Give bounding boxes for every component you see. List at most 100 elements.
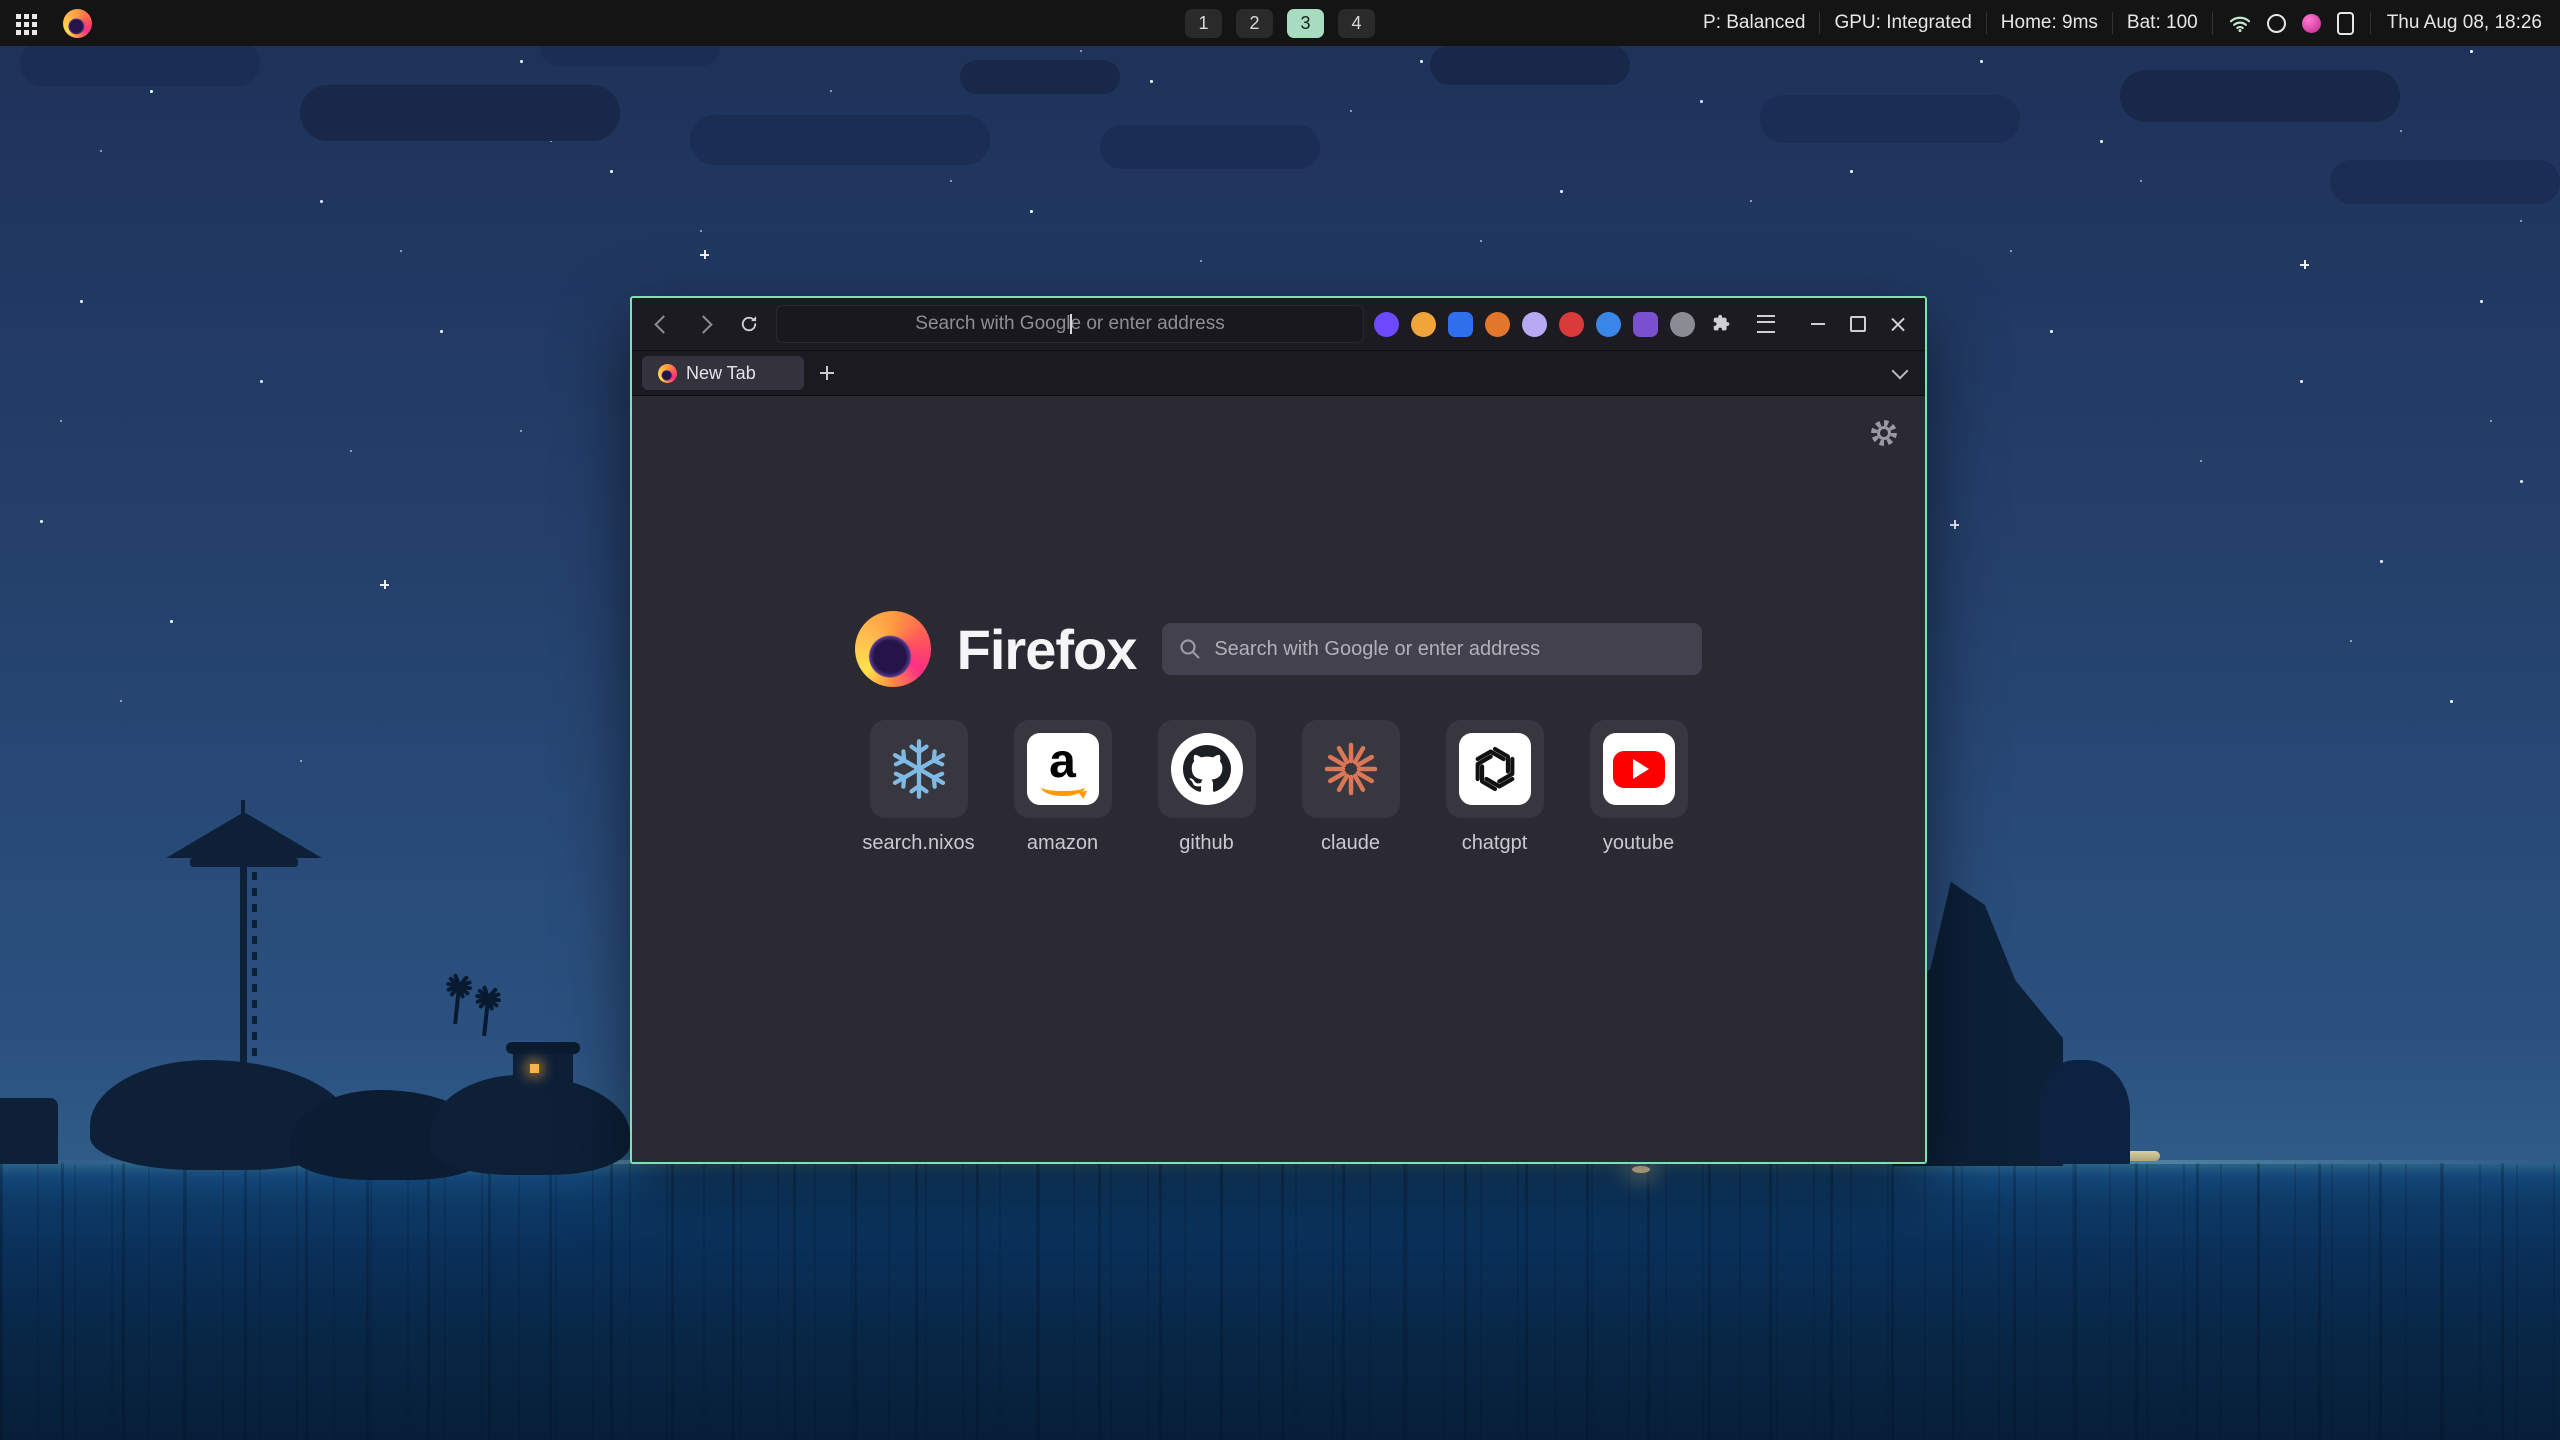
maximize-icon [1850,316,1866,332]
search-icon [1178,637,1202,661]
ocean [0,1163,2560,1440]
shortcut-chatgpt[interactable]: chatgpt [1446,720,1544,855]
ring-icon[interactable] [2267,14,2286,33]
twinkle-star [2300,260,2309,269]
cloud [2120,70,2400,122]
reload-button[interactable] [732,307,766,341]
amazon-icon: a [1027,733,1099,805]
maximize-button[interactable] [1849,315,1867,333]
device-icon[interactable] [2337,12,2354,35]
close-icon [1891,317,1905,331]
minimize-button[interactable] [1809,315,1827,333]
workspace-3-active[interactable]: 3 [1287,9,1324,38]
tile [1302,720,1400,818]
back-button[interactable] [644,307,678,341]
extension-icon-purple[interactable] [1374,312,1399,337]
tile [870,720,968,818]
navigation-toolbar: Search with Google or enter address [632,298,1925,351]
url-bar[interactable]: Search with Google or enter address [776,305,1364,343]
personalize-button[interactable] [1869,418,1899,453]
system-tray [2212,12,2370,35]
shortcut-github[interactable]: github [1158,720,1256,855]
power-profile-module[interactable]: P: Balanced [1689,12,1819,34]
tile: a [1014,720,1112,818]
firefox-window: Search with Google or enter address [630,296,1927,1164]
list-all-tabs-button[interactable] [1885,358,1915,388]
extension-icon-violet[interactable] [1633,312,1658,337]
forward-button[interactable] [688,307,722,341]
tab-new-tab[interactable]: New Tab [642,356,804,390]
extension-icon-skyblue[interactable] [1596,312,1621,337]
gpu-module[interactable]: GPU: Integrated [1819,12,1985,34]
clock[interactable]: Thu Aug 08, 18:26 [2370,12,2546,34]
extension-icon-red[interactable] [1559,312,1584,337]
app-launcher-button[interactable] [14,12,43,35]
extension-toolbar [1374,312,1695,337]
cloud [20,40,260,86]
hut [513,1050,573,1088]
extension-icon-grey[interactable] [1670,312,1695,337]
workspace-1[interactable]: 1 [1185,9,1222,38]
tab-label: New Tab [686,363,756,384]
tile-label: chatgpt [1462,832,1528,855]
app-grid-icon [16,14,21,19]
menu-button[interactable] [1749,307,1783,341]
newtab-hero: Firefox [632,396,1925,687]
search-input[interactable] [1162,623,1702,675]
tile-label: claude [1321,832,1380,855]
hut-roof [506,1042,580,1054]
tile-label: youtube [1603,832,1674,855]
firefox-wordmark: Firefox [957,617,1137,682]
firefox-logo [855,611,931,687]
shortcut-tiles: search.nixos a amazon [632,720,1925,855]
wifi-icon[interactable] [2229,14,2251,32]
color-profile-icon[interactable] [2302,14,2321,33]
claude-starburst-icon [1321,739,1381,799]
cloud [690,115,990,165]
cliff-silhouette-right-small [2040,1060,2130,1164]
extension-icon-amber[interactable] [1411,312,1436,337]
close-button[interactable] [1889,315,1907,333]
youtube-icon [1603,733,1675,805]
hut-window-light [530,1064,539,1073]
hamburger-icon [1757,315,1775,333]
cloud [2330,160,2560,204]
shortcut-claude[interactable]: claude [1302,720,1400,855]
workspace-2[interactable]: 2 [1236,9,1273,38]
tile-label: amazon [1027,832,1098,855]
extension-icon-lilac[interactable] [1522,312,1547,337]
twinkle-star [380,580,389,589]
extension-icon-blue[interactable] [1448,312,1473,337]
shortcut-youtube[interactable]: youtube [1590,720,1688,855]
new-tab-button[interactable] [812,358,842,388]
extensions-button[interactable] [1705,307,1739,341]
tab-bar: New Tab [632,351,1925,396]
firefox-taskbar-icon[interactable] [63,9,92,38]
extension-icon-orange[interactable] [1485,312,1510,337]
text-caret [1070,314,1072,334]
cloud [1760,95,2020,143]
window-controls [1809,315,1913,333]
chatgpt-icon [1459,733,1531,805]
firefox-favicon [658,364,677,383]
minimize-icon [1811,323,1825,325]
tile [1446,720,1544,818]
gear-icon [1869,418,1899,448]
watchtower-mast [241,800,245,830]
desktop: 1 2 3 4 P: Balanced GPU: Integrated Home… [0,0,2560,1440]
reload-icon [739,314,759,334]
workspace-switcher: 1 2 3 4 [1185,0,1375,46]
battery-module[interactable]: Bat: 100 [2112,12,2212,34]
tile-label: github [1179,832,1234,855]
top-bar: 1 2 3 4 P: Balanced GPU: Integrated Home… [0,0,2560,46]
new-tab-page: Firefox [632,396,1925,1162]
tile [1590,720,1688,818]
shortcut-amazon[interactable]: a amazon [1014,720,1112,855]
back-icon [654,315,672,333]
tile-label: search.nixos [862,832,974,855]
cloud [300,85,620,141]
pier [0,1098,58,1164]
workspace-4[interactable]: 4 [1338,9,1375,38]
latency-module[interactable]: Home: 9ms [1986,12,2112,34]
shortcut-search-nixos[interactable]: search.nixos [870,720,968,855]
